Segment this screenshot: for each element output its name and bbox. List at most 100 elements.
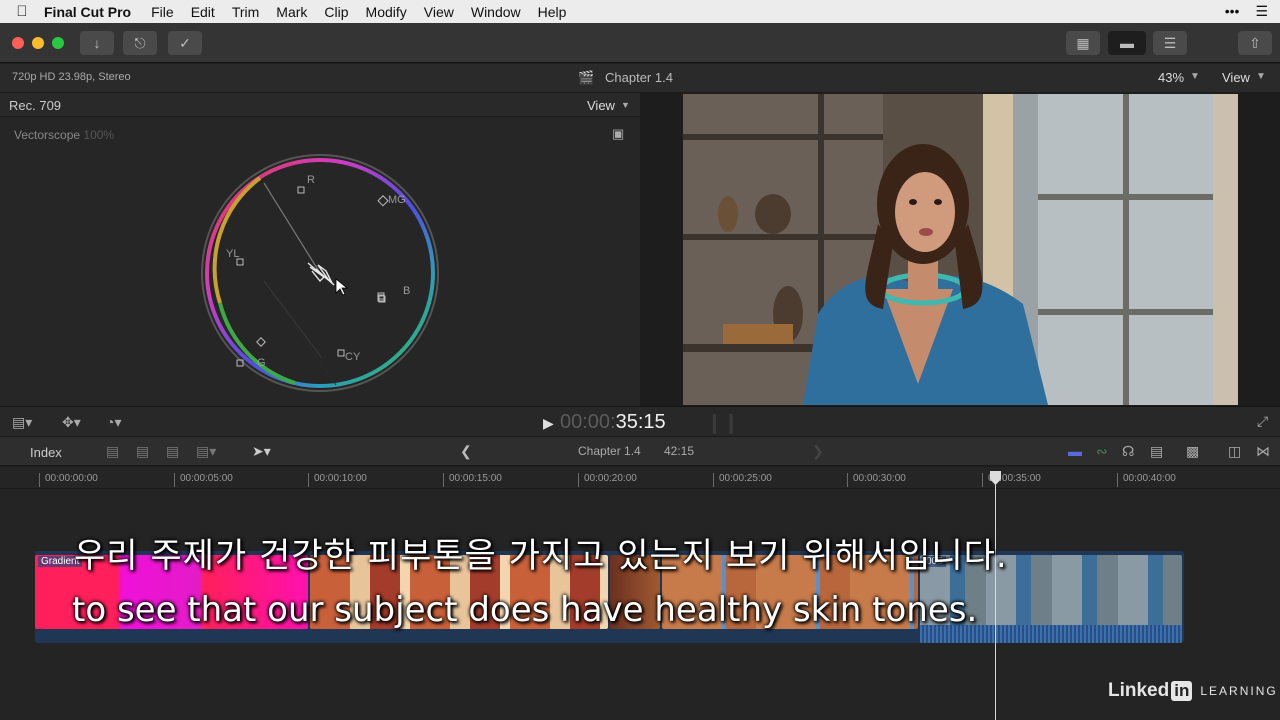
menu-modify[interactable]: Modify <box>366 4 407 20</box>
scope-header: Rec. 709 View ▼ <box>0 93 640 117</box>
vectorscope-trace <box>307 262 335 286</box>
viewer-view-menu[interactable]: View <box>1222 70 1250 85</box>
key-icon: ⎋ <box>134 34 146 51</box>
list-icon[interactable]: ☰ <box>1255 3 1268 20</box>
video-scope-panel: Rec. 709 View ▼ Vectorscope 100% ▣ R MG … <box>0 93 640 406</box>
audio-skimming-icon[interactable]: ∾ <box>1096 443 1108 460</box>
ruler-tick: 00:00:20:00 <box>578 473 637 487</box>
share-icon: ⇧ <box>1249 34 1261 51</box>
timeline-index-button[interactable]: Index <box>30 445 62 460</box>
inspector-toggle-button[interactable]: ☰ <box>1153 31 1187 55</box>
viewer-header: 720p HD 23.98p, Stereo 🎬 Chapter 1.4 43%… <box>0 64 1280 92</box>
apple-icon[interactable]:  <box>0 3 44 20</box>
chevron-down-icon[interactable]: ▼ <box>1190 71 1200 82</box>
menu-clip[interactable]: Clip <box>324 4 348 20</box>
target-label-mg: MG <box>388 194 406 206</box>
scope-title: Vectorscope 100% <box>14 128 114 142</box>
target-label-r: R <box>307 174 315 186</box>
scope-brightness: 100% <box>83 128 115 142</box>
ruler-tick: 00:00:05:00 <box>174 473 233 487</box>
timeline-ruler[interactable]: 00:00:00:00 00:00:05:00 00:00:10:00 00:0… <box>0 467 1280 489</box>
timecode-dim: 00:00: <box>560 411 616 433</box>
snapping-icon[interactable]: ▤ <box>1150 443 1163 460</box>
transform-tools-icon[interactable]: ✥▾ <box>62 414 81 431</box>
zoom-window-icon[interactable] <box>52 37 64 49</box>
scope-view-menu[interactable]: View <box>587 98 615 113</box>
ruler-tick: 00:00:30:00 <box>847 473 906 487</box>
chevron-down-icon[interactable]: ▼ <box>1256 71 1266 82</box>
menu-app-name[interactable]: Final Cut Pro <box>44 4 131 20</box>
zoom-level[interactable]: 43% <box>1158 70 1184 85</box>
fullscreen-icon[interactable]: ⤢ <box>1257 413 1268 430</box>
target-label-yl: YL <box>226 248 239 260</box>
chevron-down-icon[interactable]: ▼ <box>621 100 630 110</box>
menu-help[interactable]: Help <box>538 4 567 20</box>
linkedin-learning-logo: Linked in LEARNING <box>1108 680 1278 702</box>
target-label-cy: CY <box>345 351 361 363</box>
timeline-header: Index ▤ ▤ ▤ ▤▾ ➤▾ ❮ Chapter 1.4 42:15 ❯ … <box>0 436 1280 466</box>
clip-appearance-icon[interactable]: ▩ <box>1186 443 1199 460</box>
append-clip-icon[interactable]: ▤ <box>166 443 179 460</box>
caption-english: to see that our subject does have health… <box>72 590 978 630</box>
scope-settings-icon[interactable]: ▣ <box>612 126 624 142</box>
menu-view[interactable]: View <box>424 4 454 20</box>
background-tasks-button[interactable]: ✓ <box>168 31 202 55</box>
back-arrow-icon[interactable]: ❮ <box>460 443 472 460</box>
audio-meter-icon: ❙❙ <box>706 412 740 434</box>
format-info: 720p HD 23.98p, Stereo <box>12 71 131 83</box>
ruler-tick: 00:00:25:00 <box>713 473 772 487</box>
headphones-icon[interactable]: ☊ <box>1122 443 1134 460</box>
timeline-icon: ▬ <box>1120 35 1134 51</box>
window-controls <box>12 37 64 49</box>
timecode-value: 35:15 <box>615 411 666 433</box>
keywords-button[interactable]: ⎋ <box>123 31 157 55</box>
scope-name: Vectorscope <box>14 128 81 142</box>
insert-clip-icon[interactable]: ▤ <box>136 443 149 460</box>
viewer-options-icon[interactable]: ▤▾ <box>12 414 32 431</box>
menu-mark[interactable]: Mark <box>276 4 307 20</box>
ruler-tick: 00:00:10:00 <box>308 473 367 487</box>
mouse-cursor-icon <box>335 278 349 296</box>
caption-korean: 우리 주제가 건강한 피부톤을 가지고 있는지 보기 위해서입니다. <box>74 536 1008 576</box>
connect-clip-icon[interactable]: ▤ <box>106 443 119 460</box>
select-tool-icon[interactable]: ➤▾ <box>252 443 271 460</box>
target-label-g: G <box>257 357 266 369</box>
menu-window[interactable]: Window <box>471 4 521 20</box>
video-viewer[interactable] <box>640 93 1280 406</box>
forward-arrow-icon[interactable]: ❯ <box>812 443 824 460</box>
overwrite-clip-icon[interactable]: ▤▾ <box>196 443 216 460</box>
share-button[interactable]: ⇧ <box>1238 31 1272 55</box>
grid-icon: ▦ <box>1076 34 1090 51</box>
import-icon: ↓ <box>93 35 101 51</box>
timeline-toggle-button[interactable]: ▬ <box>1108 31 1146 55</box>
more-icon[interactable]: ••• <box>1225 3 1240 20</box>
effects-browser-icon[interactable]: ◫ <box>1228 443 1241 460</box>
vectorscope-graticule: R MG YL B G CY <box>201 154 439 392</box>
play-button[interactable]: ▶ <box>543 415 554 432</box>
video-frame <box>683 94 1238 405</box>
import-button[interactable]: ↓ <box>80 31 114 55</box>
ruler-tick: 00:00:00:00 <box>39 473 98 487</box>
menu-trim[interactable]: Trim <box>232 4 259 20</box>
ruler-tick: 00:00:40:00 <box>1117 473 1176 487</box>
ruler-tick: 00:00:15:00 <box>443 473 502 487</box>
menu-bar:  Final Cut Pro File Edit Trim Mark Clip… <box>0 0 1280 23</box>
minimize-window-icon[interactable] <box>32 37 44 49</box>
target-label-b: B <box>403 285 410 297</box>
close-window-icon[interactable] <box>12 37 24 49</box>
skin-tone-line <box>263 182 321 274</box>
logo-learning: LEARNING <box>1200 684 1278 698</box>
skimming-icon[interactable]: ▬ <box>1068 443 1082 459</box>
retime-icon[interactable]: ◔▾ <box>106 414 121 431</box>
transitions-browser-icon[interactable]: ⋈ <box>1256 443 1270 460</box>
menu-edit[interactable]: Edit <box>191 4 215 20</box>
logo-in: in <box>1171 681 1193 701</box>
timecode-display[interactable]: 00:00:35:15 <box>560 411 666 434</box>
menu-file[interactable]: File <box>151 4 174 20</box>
browser-toggle-button[interactable]: ▦ <box>1066 31 1100 55</box>
sliders-icon: ☰ <box>1163 34 1177 51</box>
viewer-title: Chapter 1.4 <box>605 70 673 85</box>
color-space-label: Rec. 709 <box>9 98 62 113</box>
menu-extras: ••• ☰ <box>1225 3 1268 20</box>
timeline-duration: 42:15 <box>664 444 695 458</box>
